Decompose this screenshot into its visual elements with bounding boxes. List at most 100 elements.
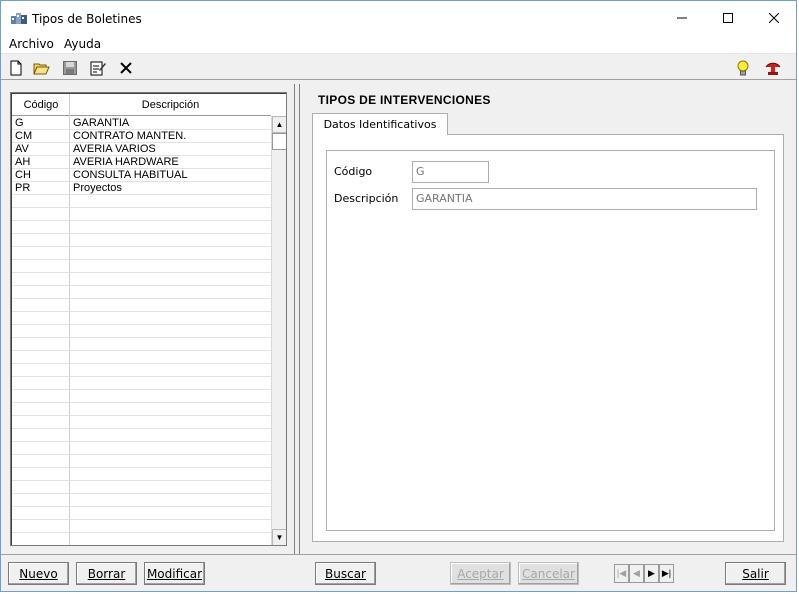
table-row[interactable] xyxy=(12,260,271,273)
nuevo-button[interactable]: Nuevo xyxy=(8,562,69,585)
table-row[interactable] xyxy=(12,299,271,312)
table-row[interactable] xyxy=(12,325,271,338)
table-row[interactable] xyxy=(12,390,271,403)
table-row[interactable] xyxy=(12,364,271,377)
new-icon xyxy=(10,60,22,76)
table-row[interactable] xyxy=(12,481,271,494)
next-icon: ▶ xyxy=(648,568,655,578)
list-header: Código Descripción xyxy=(12,94,271,116)
table-row[interactable] xyxy=(12,520,271,533)
table-row[interactable] xyxy=(12,338,271,351)
help-button[interactable] xyxy=(764,59,782,77)
table-row[interactable] xyxy=(12,312,271,325)
edit-button[interactable] xyxy=(89,59,107,77)
prev-icon: ◀ xyxy=(633,568,640,578)
table-row[interactable] xyxy=(12,234,271,247)
scroll-thumb[interactable] xyxy=(272,133,286,150)
open-button[interactable] xyxy=(32,59,50,77)
identification-group: Código G Descripción GARANTIA xyxy=(326,150,775,531)
table-row[interactable] xyxy=(12,286,271,299)
row-description: GARANTIA xyxy=(73,117,130,129)
last-record-button[interactable]: ▶| xyxy=(659,564,674,583)
minimize-icon xyxy=(677,17,687,18)
tab-datos-identificativos[interactable]: Datos Identificativos xyxy=(312,113,448,135)
maximize-button[interactable] xyxy=(705,1,751,34)
row-code: CH xyxy=(15,169,31,181)
table-row[interactable]: AV AVERIA VARIOS xyxy=(12,143,271,156)
table-row[interactable] xyxy=(12,195,271,208)
menu-bar: Archivo Ayuda xyxy=(1,34,796,54)
codigo-label: Código xyxy=(334,165,373,178)
record-navigator: |◀ ◀ ▶ ▶| xyxy=(614,564,675,583)
table-row[interactable]: CM CONTRATO MANTEN. xyxy=(12,130,271,143)
first-icon: |◀ xyxy=(616,568,627,578)
table-row[interactable]: PR Proyectos xyxy=(12,182,271,195)
window-title: Tipos de Boletines xyxy=(32,12,142,26)
open-icon xyxy=(32,63,50,75)
menu-archivo[interactable]: Archivo xyxy=(9,37,54,51)
table-row[interactable] xyxy=(12,377,271,390)
table-row[interactable] xyxy=(12,208,271,221)
bottom-divider xyxy=(1,554,796,555)
table-row[interactable] xyxy=(12,403,271,416)
descripcion-field[interactable]: GARANTIA xyxy=(412,188,757,210)
header-codigo[interactable]: Código xyxy=(12,99,70,111)
row-code: AH xyxy=(15,156,31,168)
row-description: CONSULTA HABITUAL xyxy=(73,169,188,181)
table-row[interactable]: G GARANTIA xyxy=(12,117,271,130)
minimize-button[interactable] xyxy=(659,1,705,34)
new-button[interactable] xyxy=(7,59,25,77)
salir-button[interactable]: Salir xyxy=(725,562,786,585)
aceptar-button[interactable]: Aceptar xyxy=(450,562,511,585)
menu-ayuda[interactable]: Ayuda xyxy=(64,37,101,51)
title-bar: Tipos de Boletines xyxy=(1,1,796,34)
table-row[interactable] xyxy=(12,221,271,234)
table-row[interactable] xyxy=(12,533,271,545)
first-record-button[interactable]: |◀ xyxy=(614,564,629,583)
list-rows: G GARANTIA CM CONTRATO MANTEN. AV AVERIA VARI… xyxy=(12,117,271,545)
scroll-up-button[interactable]: ▲ xyxy=(272,116,286,133)
table-row[interactable] xyxy=(12,494,271,507)
delete-button[interactable] xyxy=(117,59,135,77)
next-record-button[interactable]: ▶ xyxy=(644,564,659,583)
table-row[interactable] xyxy=(12,429,271,442)
prev-record-button[interactable]: ◀ xyxy=(629,564,644,583)
types-list[interactable]: Código Descripción G GARANTIA CM CONTRATO M… xyxy=(10,92,287,546)
section-title: TIPOS DE INTERVENCIONES xyxy=(318,93,491,107)
lightbulb-icon xyxy=(737,60,749,75)
table-row[interactable] xyxy=(12,468,271,481)
toolbar xyxy=(1,56,796,80)
table-row[interactable] xyxy=(12,507,271,520)
close-button[interactable] xyxy=(751,1,797,34)
maximize-icon xyxy=(723,12,733,23)
tip-button[interactable] xyxy=(734,59,752,77)
row-code: AV xyxy=(15,143,29,155)
header-descripcion[interactable]: Descripción xyxy=(70,99,271,111)
save-icon xyxy=(63,61,77,75)
main-window: Tipos de Boletines Archivo Ayuda Código … xyxy=(0,0,797,592)
save-button[interactable] xyxy=(61,59,79,77)
cancelar-button[interactable]: Cancelar xyxy=(518,562,579,585)
table-row[interactable]: AH AVERIA HARDWARE xyxy=(12,156,271,169)
table-row[interactable] xyxy=(12,442,271,455)
row-code: PR xyxy=(15,182,31,194)
codigo-field[interactable]: G xyxy=(412,161,489,183)
table-row[interactable] xyxy=(12,351,271,364)
table-row[interactable] xyxy=(12,247,271,260)
row-description: AVERIA VARIOS xyxy=(73,143,156,155)
scroll-down-icon: ▼ xyxy=(275,533,284,542)
buscar-button[interactable]: Buscar xyxy=(315,562,376,585)
borrar-button[interactable]: Borrar xyxy=(76,562,137,585)
table-row[interactable] xyxy=(12,455,271,468)
table-row[interactable] xyxy=(12,416,271,429)
table-row[interactable]: CH CONSULTA HABITUAL xyxy=(12,169,271,182)
delete-icon xyxy=(120,62,132,74)
row-description: CONTRATO MANTEN. xyxy=(73,130,187,142)
scroll-down-button[interactable]: ▼ xyxy=(272,529,286,545)
modificar-button[interactable]: Modificar xyxy=(144,562,205,585)
tab-panel: Código G Descripción GARANTIA xyxy=(312,134,784,542)
row-description: Proyectos xyxy=(73,182,122,194)
list-scrollbar[interactable]: ▲ ▼ xyxy=(271,116,286,545)
table-row[interactable] xyxy=(12,273,271,286)
panel-splitter[interactable] xyxy=(294,84,300,554)
